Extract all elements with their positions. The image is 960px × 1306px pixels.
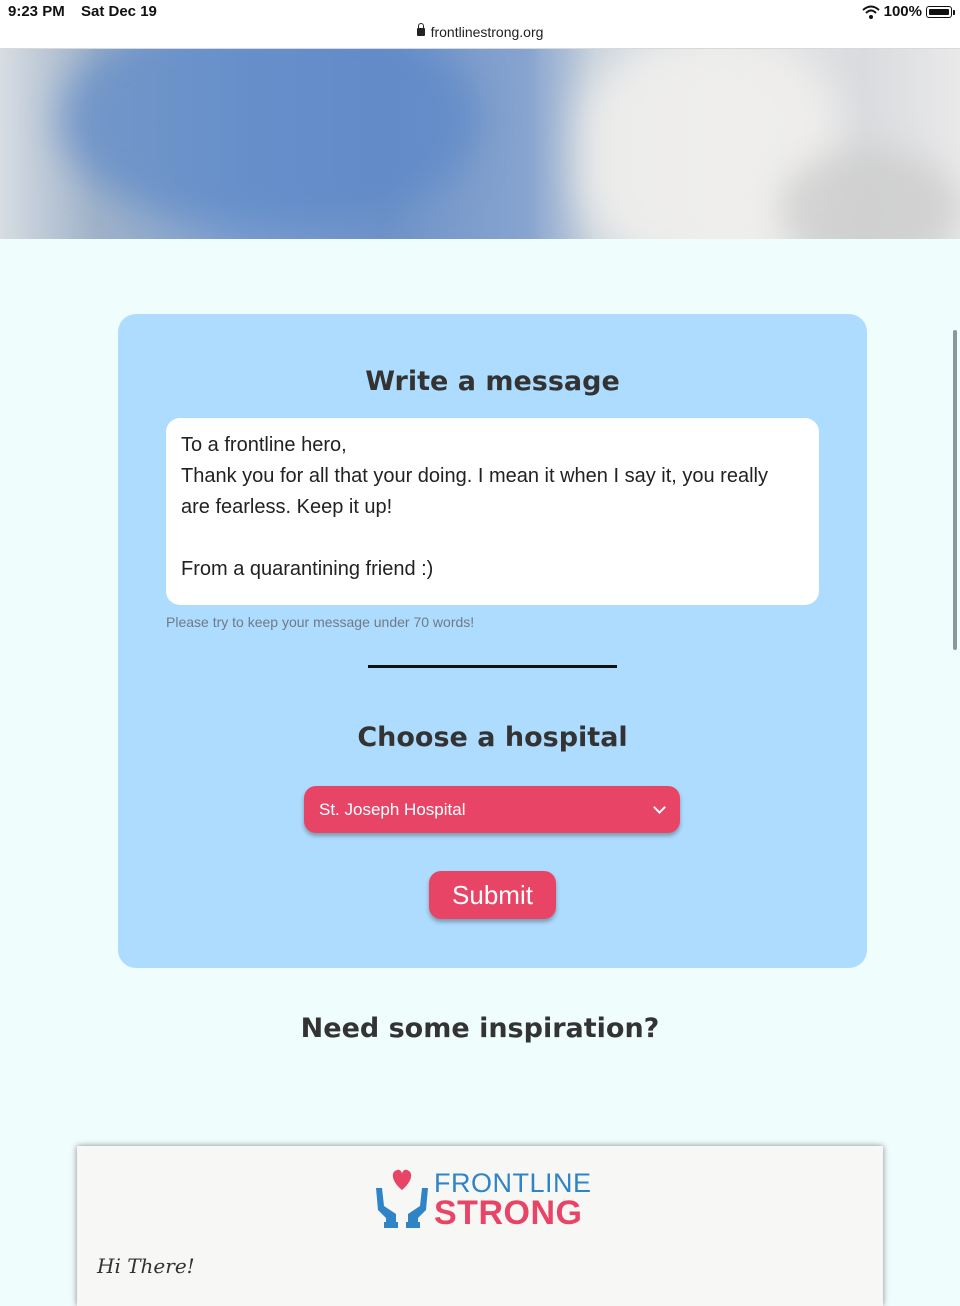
submit-button[interactable]: Submit bbox=[429, 871, 556, 919]
battery-icon bbox=[926, 5, 955, 18]
message-heading: Write a message bbox=[365, 366, 620, 397]
message-line: From a quarantining friend :) bbox=[181, 558, 434, 580]
battery-percent: 100% bbox=[883, 3, 922, 20]
hospital-heading: Choose a hospital bbox=[357, 722, 628, 753]
address-bar[interactable]: frontlinestrong.org bbox=[0, 23, 960, 40]
chevron-down-icon bbox=[653, 801, 666, 814]
letter-preview: FRONTLINE STRONG Hi There! bbox=[77, 1146, 883, 1306]
logo-text-strong: STRONG bbox=[434, 1194, 583, 1232]
hospital-select[interactable]: St. Joseph Hospital bbox=[304, 786, 680, 833]
status-bar: 9:23 PM Sat Dec 19 frontlinestrong.org 1… bbox=[0, 0, 960, 49]
wifi-icon bbox=[861, 5, 880, 19]
hands-heart-icon bbox=[376, 1169, 428, 1228]
hero-image bbox=[0, 49, 960, 239]
message-line: Thank you for all that your doing. I mea… bbox=[181, 465, 768, 487]
letter-greeting: Hi There! bbox=[97, 1254, 195, 1278]
url-text: frontlinestrong.org bbox=[430, 24, 544, 40]
message-textarea[interactable]: To a frontline hero, Thank you for all t… bbox=[166, 418, 819, 605]
message-line: are fearless. Keep it up! bbox=[181, 496, 393, 518]
scrollbar[interactable] bbox=[953, 330, 957, 650]
divider bbox=[368, 665, 617, 668]
status-indicators: 100% bbox=[861, 3, 955, 20]
status-time: 9:23 PM bbox=[8, 3, 65, 20]
message-line: To a frontline hero, bbox=[181, 434, 347, 456]
hospital-selected-value: St. Joseph Hospital bbox=[319, 800, 466, 819]
word-limit-hint: Please try to keep your message under 70… bbox=[166, 614, 475, 630]
status-date: Sat Dec 19 bbox=[81, 3, 157, 20]
lock-icon bbox=[416, 23, 425, 36]
message-form-card: Write a message To a frontline hero, Tha… bbox=[118, 314, 867, 968]
inspiration-heading: Need some inspiration? bbox=[300, 1013, 660, 1044]
frontline-strong-logo: FRONTLINE STRONG bbox=[372, 1168, 632, 1232]
